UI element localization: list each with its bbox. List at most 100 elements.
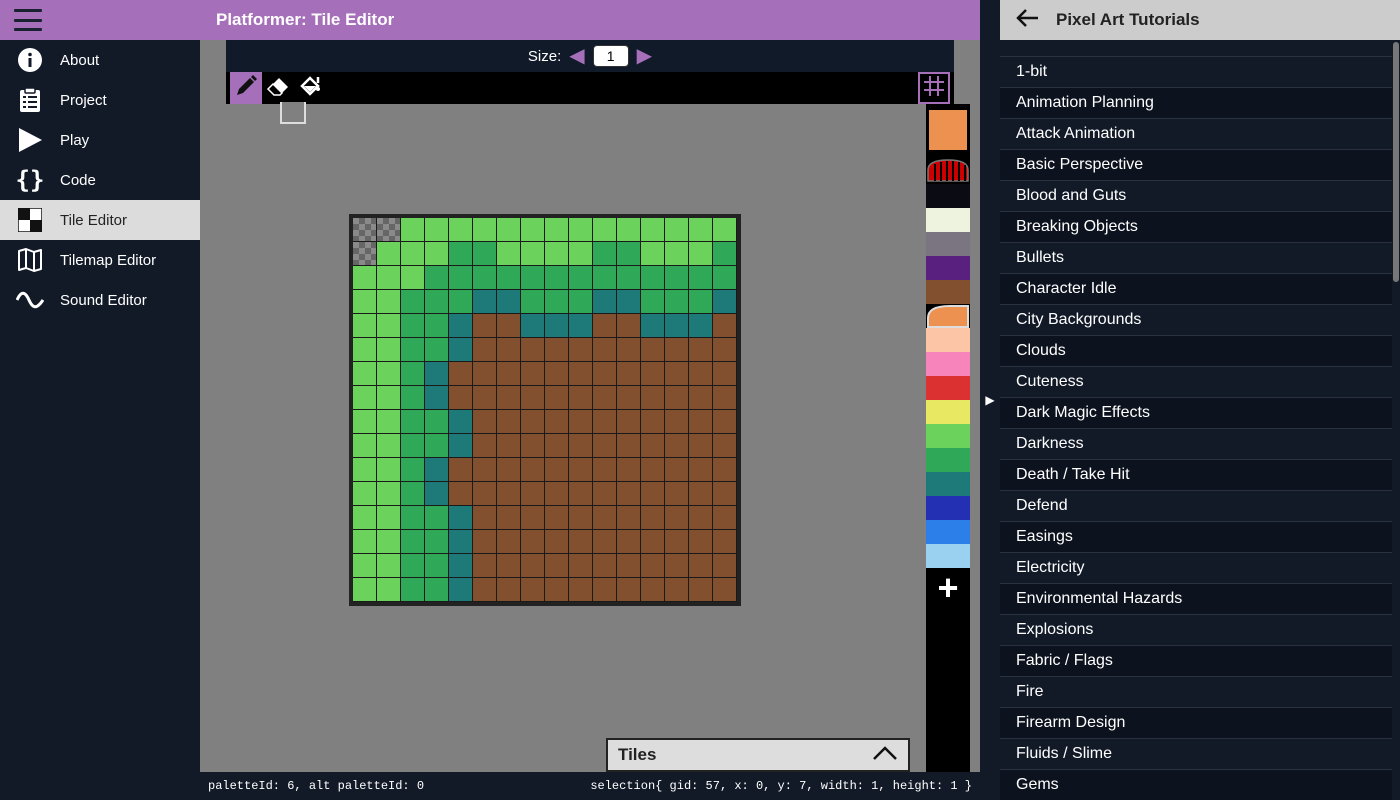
tile-pixel[interactable] bbox=[377, 338, 401, 362]
tile-pixel[interactable] bbox=[569, 458, 593, 482]
palette-swatch[interactable] bbox=[926, 496, 970, 520]
tile-pixel[interactable] bbox=[425, 242, 449, 266]
tile-pixel[interactable] bbox=[569, 242, 593, 266]
tile-pixel[interactable] bbox=[713, 410, 737, 434]
tile-pixel[interactable] bbox=[617, 506, 641, 530]
tile-pixel[interactable] bbox=[425, 386, 449, 410]
tile-pixel[interactable] bbox=[665, 338, 689, 362]
tile-pixel[interactable] bbox=[353, 386, 377, 410]
tile-pixel[interactable] bbox=[617, 554, 641, 578]
tile-pixel[interactable] bbox=[593, 530, 617, 554]
tile-pixel[interactable] bbox=[593, 242, 617, 266]
tile-pixel[interactable] bbox=[497, 218, 521, 242]
tile-pixel[interactable] bbox=[521, 530, 545, 554]
size-decrease-button[interactable]: ◀ bbox=[569, 46, 584, 66]
tile-pixel[interactable] bbox=[689, 242, 713, 266]
tile-pixel[interactable] bbox=[545, 578, 569, 602]
tile-pixel[interactable] bbox=[377, 266, 401, 290]
tile-pixel[interactable] bbox=[545, 314, 569, 338]
tile-pixel[interactable] bbox=[569, 506, 593, 530]
tile-pixel[interactable] bbox=[689, 266, 713, 290]
tutorial-list-item[interactable]: Electricity bbox=[1000, 552, 1392, 583]
tile-pixel[interactable] bbox=[401, 578, 425, 602]
tile-pixel[interactable] bbox=[497, 242, 521, 266]
tile-pixel[interactable] bbox=[497, 482, 521, 506]
sidebar-item-project[interactable]: Project bbox=[0, 80, 200, 120]
tile-pixel[interactable] bbox=[449, 458, 473, 482]
tile-pixel[interactable] bbox=[569, 338, 593, 362]
tile-pixel[interactable] bbox=[617, 242, 641, 266]
tile-pixel[interactable] bbox=[545, 458, 569, 482]
tile-pixel[interactable] bbox=[521, 338, 545, 362]
tile-pixel[interactable] bbox=[665, 410, 689, 434]
tile-pixel[interactable] bbox=[689, 482, 713, 506]
tile-pixel[interactable] bbox=[617, 578, 641, 602]
tile-pixel[interactable] bbox=[497, 338, 521, 362]
tile-pixel[interactable] bbox=[473, 410, 497, 434]
tile-pixel[interactable] bbox=[641, 458, 665, 482]
tile-pixel[interactable] bbox=[377, 434, 401, 458]
tile-pixel[interactable] bbox=[521, 578, 545, 602]
tile-pixel[interactable] bbox=[521, 290, 545, 314]
tile-pixel[interactable] bbox=[521, 386, 545, 410]
tile-pixel[interactable] bbox=[521, 554, 545, 578]
tile-pixel[interactable] bbox=[689, 578, 713, 602]
tile-pixel[interactable] bbox=[401, 458, 425, 482]
tile-pixel[interactable] bbox=[401, 410, 425, 434]
tutorial-scrollbar[interactable] bbox=[1392, 40, 1400, 800]
tile-pixel[interactable] bbox=[449, 314, 473, 338]
tile-pixel[interactable] bbox=[353, 410, 377, 434]
tile-pixel[interactable] bbox=[569, 362, 593, 386]
tile-pixel[interactable] bbox=[713, 290, 737, 314]
palette-swatch[interactable] bbox=[926, 280, 970, 304]
palette-swatch[interactable] bbox=[926, 328, 970, 352]
tile-pixel[interactable] bbox=[689, 386, 713, 410]
palette-swatch[interactable] bbox=[926, 520, 970, 544]
tile-pixel[interactable] bbox=[569, 530, 593, 554]
tile-pixel[interactable] bbox=[545, 386, 569, 410]
palette-swatch[interactable] bbox=[926, 304, 970, 328]
tile-pixel[interactable] bbox=[545, 266, 569, 290]
tile-pixel[interactable] bbox=[641, 410, 665, 434]
tile-pixel[interactable] bbox=[641, 362, 665, 386]
tile-pixel[interactable] bbox=[641, 434, 665, 458]
tile-pixel[interactable] bbox=[641, 290, 665, 314]
tile-pixel[interactable] bbox=[689, 338, 713, 362]
tile-pixel[interactable] bbox=[521, 266, 545, 290]
tile-pixel[interactable] bbox=[617, 314, 641, 338]
tile-pixel[interactable] bbox=[521, 458, 545, 482]
tile-pixel[interactable] bbox=[713, 434, 737, 458]
tile-pixel[interactable] bbox=[641, 482, 665, 506]
tutorial-list-item[interactable]: Attack Animation bbox=[1000, 118, 1392, 149]
palette-swatch[interactable] bbox=[926, 544, 970, 568]
tile-pixel[interactable] bbox=[545, 554, 569, 578]
tile-pixel[interactable] bbox=[473, 530, 497, 554]
tile-pixel[interactable] bbox=[473, 386, 497, 410]
tile-pixel[interactable] bbox=[473, 458, 497, 482]
tile-pixel[interactable] bbox=[665, 530, 689, 554]
sidebar-item-play[interactable]: Play bbox=[0, 120, 200, 160]
eraser-tool-button[interactable] bbox=[262, 72, 294, 104]
tiles-panel-toggle[interactable]: Tiles bbox=[606, 738, 910, 772]
tile-pixel[interactable] bbox=[641, 242, 665, 266]
tile-pixel[interactable] bbox=[617, 482, 641, 506]
tile-pixel[interactable] bbox=[473, 290, 497, 314]
tile-pixel[interactable] bbox=[521, 410, 545, 434]
tile-pixel[interactable] bbox=[665, 314, 689, 338]
tile-pixel[interactable] bbox=[593, 362, 617, 386]
tile-pixel[interactable] bbox=[593, 386, 617, 410]
tile-pixel[interactable] bbox=[449, 386, 473, 410]
tile-pixel[interactable] bbox=[641, 506, 665, 530]
tile-pixel[interactable] bbox=[641, 338, 665, 362]
tile-pixel[interactable] bbox=[689, 530, 713, 554]
tile-pixel[interactable] bbox=[449, 218, 473, 242]
tile-pixel[interactable] bbox=[425, 554, 449, 578]
tile-pixel[interactable] bbox=[545, 482, 569, 506]
tile-pixel[interactable] bbox=[497, 458, 521, 482]
tile-pixel[interactable] bbox=[425, 530, 449, 554]
tile-pixel[interactable] bbox=[617, 362, 641, 386]
tile-pixel[interactable] bbox=[497, 314, 521, 338]
tile-pixel[interactable] bbox=[449, 266, 473, 290]
pixel-grid[interactable] bbox=[353, 218, 737, 602]
tile-pixel[interactable] bbox=[713, 458, 737, 482]
